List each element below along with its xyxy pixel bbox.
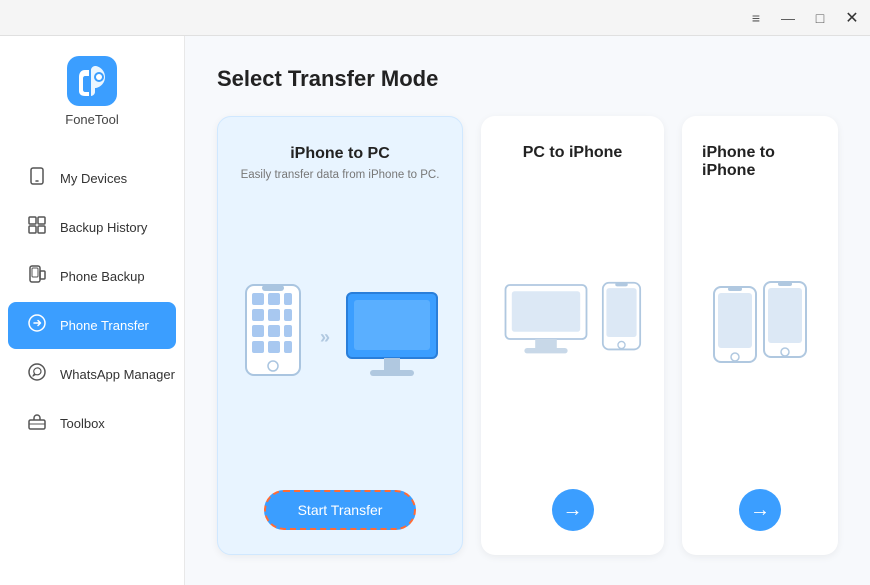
maximize-button[interactable]: □ xyxy=(810,8,830,28)
phone-graphic xyxy=(238,283,308,393)
pc-to-iphone-title: PC to iPhone xyxy=(523,144,623,162)
sidebar-item-my-devices-label: My Devices xyxy=(60,171,127,186)
title-bar: ≡ — □ ✕ xyxy=(0,0,870,36)
transfer-arrows: » xyxy=(320,327,330,348)
logo-text: FoneTool xyxy=(65,112,118,127)
pc-to-iphone-graphic xyxy=(501,276,644,366)
sidebar-item-backup-history-label: Backup History xyxy=(60,220,147,235)
pc-monitor-graphic xyxy=(501,276,591,366)
iphone-to-iphone-action: → xyxy=(739,489,781,531)
menu-button[interactable]: ≡ xyxy=(746,8,766,28)
iphone-to-iphone-title: iPhone to iPhone xyxy=(702,144,818,180)
iphone-to-pc-graphic: » xyxy=(238,283,442,393)
iphone-to-pc-subtitle: Easily transfer data from iPhone to PC. xyxy=(241,169,440,181)
sidebar-item-toolbox-label: Toolbox xyxy=(60,416,105,431)
sidebar-item-whatsapp-manager[interactable]: WhatsApp Manager xyxy=(8,351,176,398)
main-content: Select Transfer Mode iPhone to PC Easily… xyxy=(185,36,870,585)
whatsapp-icon xyxy=(26,362,48,387)
iphone-to-iphone-arrow-button[interactable]: → xyxy=(739,489,781,531)
logo-area: FoneTool xyxy=(65,56,118,127)
app-container: FoneTool My Devices xyxy=(0,36,870,585)
sidebar-item-whatsapp-manager-label: WhatsApp Manager xyxy=(60,367,175,382)
sidebar-item-backup-history[interactable]: Backup History xyxy=(8,204,176,251)
iphone-left xyxy=(710,285,760,375)
monitor-graphic xyxy=(342,288,442,388)
start-transfer-button[interactable]: Start Transfer xyxy=(264,490,417,530)
pc-to-iphone-action: → xyxy=(552,489,594,531)
device-icon xyxy=(26,166,48,191)
iphone-to-iphone-graphic xyxy=(710,285,810,375)
pc-to-iphone-illustration xyxy=(501,168,644,473)
pc-to-iphone-card[interactable]: PC to iPhone xyxy=(481,116,664,555)
sidebar-item-phone-backup-label: Phone Backup xyxy=(60,269,145,284)
pc-to-iphone-phone xyxy=(599,281,644,361)
sidebar: FoneTool My Devices xyxy=(0,36,185,585)
transfer-icon xyxy=(26,313,48,338)
sidebar-item-my-devices[interactable]: My Devices xyxy=(8,155,176,202)
page-title: Select Transfer Mode xyxy=(217,66,838,92)
sidebar-item-phone-backup[interactable]: Phone Backup xyxy=(8,253,176,300)
sidebar-item-phone-transfer[interactable]: Phone Transfer xyxy=(8,302,176,349)
sidebar-item-toolbox[interactable]: Toolbox xyxy=(8,400,176,447)
sidebar-item-phone-transfer-label: Phone Transfer xyxy=(60,318,149,333)
close-button[interactable]: ✕ xyxy=(842,8,862,28)
minimize-button[interactable]: — xyxy=(778,8,798,28)
app-logo xyxy=(67,56,117,106)
iphone-to-iphone-card[interactable]: iPhone to iPhone xyxy=(682,116,838,555)
iphone-to-iphone-illustration xyxy=(702,186,818,473)
iphone-to-pc-card[interactable]: iPhone to PC Easily transfer data from i… xyxy=(217,116,463,555)
iphone-to-pc-title: iPhone to PC xyxy=(290,145,390,163)
toolbox-icon xyxy=(26,411,48,436)
history-icon xyxy=(26,215,48,240)
nav-items: My Devices Backup History xyxy=(0,155,184,447)
backup-icon xyxy=(26,264,48,289)
pc-to-iphone-arrow-button[interactable]: → xyxy=(552,489,594,531)
iphone-to-pc-illustration: » xyxy=(238,201,442,474)
iphone-right xyxy=(760,280,810,370)
cards-container: iPhone to PC Easily transfer data from i… xyxy=(217,116,838,555)
iphone-to-pc-action: Start Transfer xyxy=(264,490,417,530)
